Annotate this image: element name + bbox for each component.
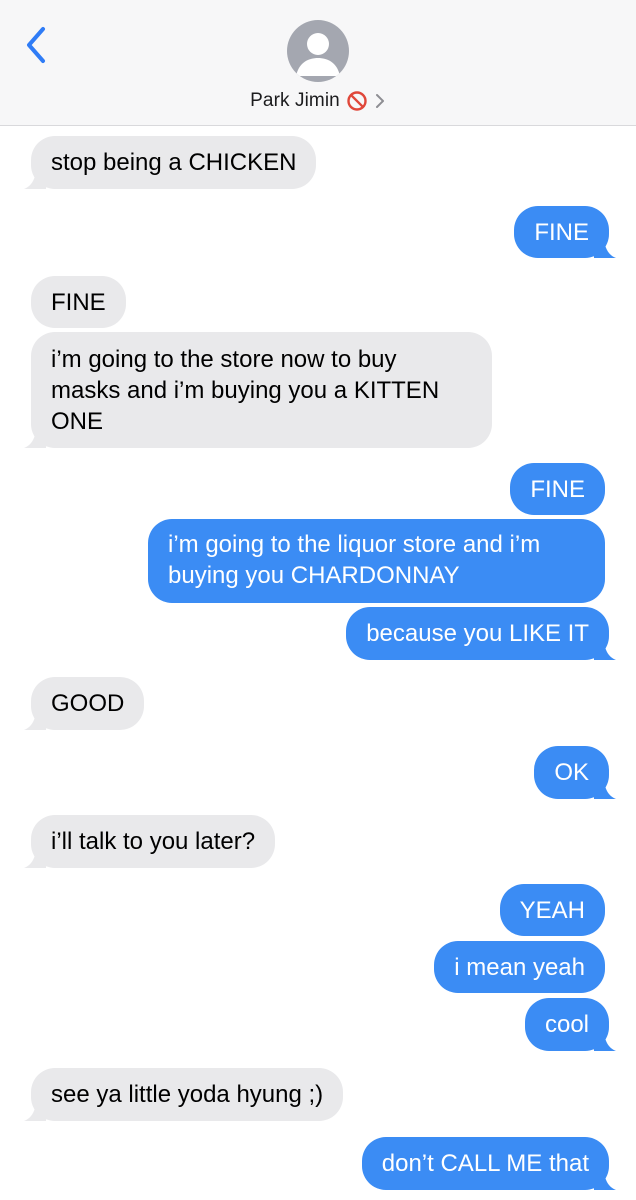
bubble-tail — [594, 1168, 616, 1190]
contact-name: Park Jimin — [250, 90, 340, 111]
outgoing-message[interactable]: don’t CALL ME that — [361, 1137, 616, 1190]
outgoing-message[interactable]: FINE — [514, 206, 616, 258]
message-text: i’ll talk to you later? — [51, 828, 256, 855]
message-text: GOOD — [51, 690, 125, 717]
bubble-tail — [24, 167, 46, 189]
bubble-tail — [594, 236, 616, 258]
bubble-tail — [594, 1029, 616, 1051]
chevron-left-icon — [27, 27, 45, 63]
message-text: i’m going to the liquor store and i’m bu… — [168, 531, 541, 589]
bubble-tail — [594, 777, 616, 799]
outgoing-message[interactable]: cool — [524, 998, 616, 1051]
message-text: i mean yeah — [454, 954, 585, 981]
message-text: YEAH — [519, 897, 585, 924]
incoming-message[interactable]: see ya little yoda hyung ;) — [24, 1068, 344, 1121]
no-entry-icon — [346, 90, 368, 112]
bubble-tail — [594, 638, 616, 660]
incoming-message[interactable]: GOOD — [24, 677, 145, 730]
outgoing-message[interactable]: because you LIKE IT — [346, 607, 616, 660]
message-thread[interactable]: stop being a CHICKEN FINE FINE i’m going… — [0, 126, 636, 1200]
message-text: FINE — [534, 219, 589, 246]
chevron-right-icon — [374, 92, 386, 110]
message-text: cool — [544, 1011, 589, 1038]
message-text: don’t CALL ME that — [381, 1150, 589, 1177]
outgoing-message[interactable]: OK — [534, 746, 616, 799]
bubble-tail — [24, 846, 46, 868]
message-text: see ya little yoda hyung ;) — [51, 1081, 324, 1108]
outgoing-message[interactable]: i’m going to the liquor store and i’m bu… — [148, 519, 605, 603]
message-text: FINE — [530, 476, 585, 503]
incoming-message[interactable]: i’m going to the store now to buy masks … — [24, 332, 492, 448]
message-text: OK — [554, 759, 589, 786]
message-text: because you LIKE IT — [366, 620, 589, 647]
incoming-message[interactable]: stop being a CHICKEN — [24, 136, 317, 189]
person-silhouette-icon — [296, 33, 340, 76]
message-text: FINE — [51, 289, 106, 316]
outgoing-message[interactable]: YEAH — [499, 884, 605, 936]
contact-name-row[interactable]: Park Jimin — [0, 88, 636, 114]
contact-avatar[interactable] — [287, 20, 349, 82]
bubble-tail — [24, 708, 46, 730]
outgoing-message[interactable]: i mean yeah — [434, 941, 605, 993]
conversation-header: Park Jimin — [0, 0, 636, 126]
message-text: i’m going to the store now to buy masks … — [51, 346, 440, 435]
outgoing-message[interactable]: FINE — [510, 463, 605, 515]
incoming-message[interactable]: i’ll talk to you later? — [24, 815, 276, 868]
bubble-tail — [24, 1099, 46, 1121]
message-text: stop being a CHICKEN — [51, 149, 297, 176]
bubble-tail — [24, 426, 46, 448]
back-button[interactable] — [22, 24, 52, 66]
incoming-message[interactable]: FINE — [31, 276, 126, 328]
